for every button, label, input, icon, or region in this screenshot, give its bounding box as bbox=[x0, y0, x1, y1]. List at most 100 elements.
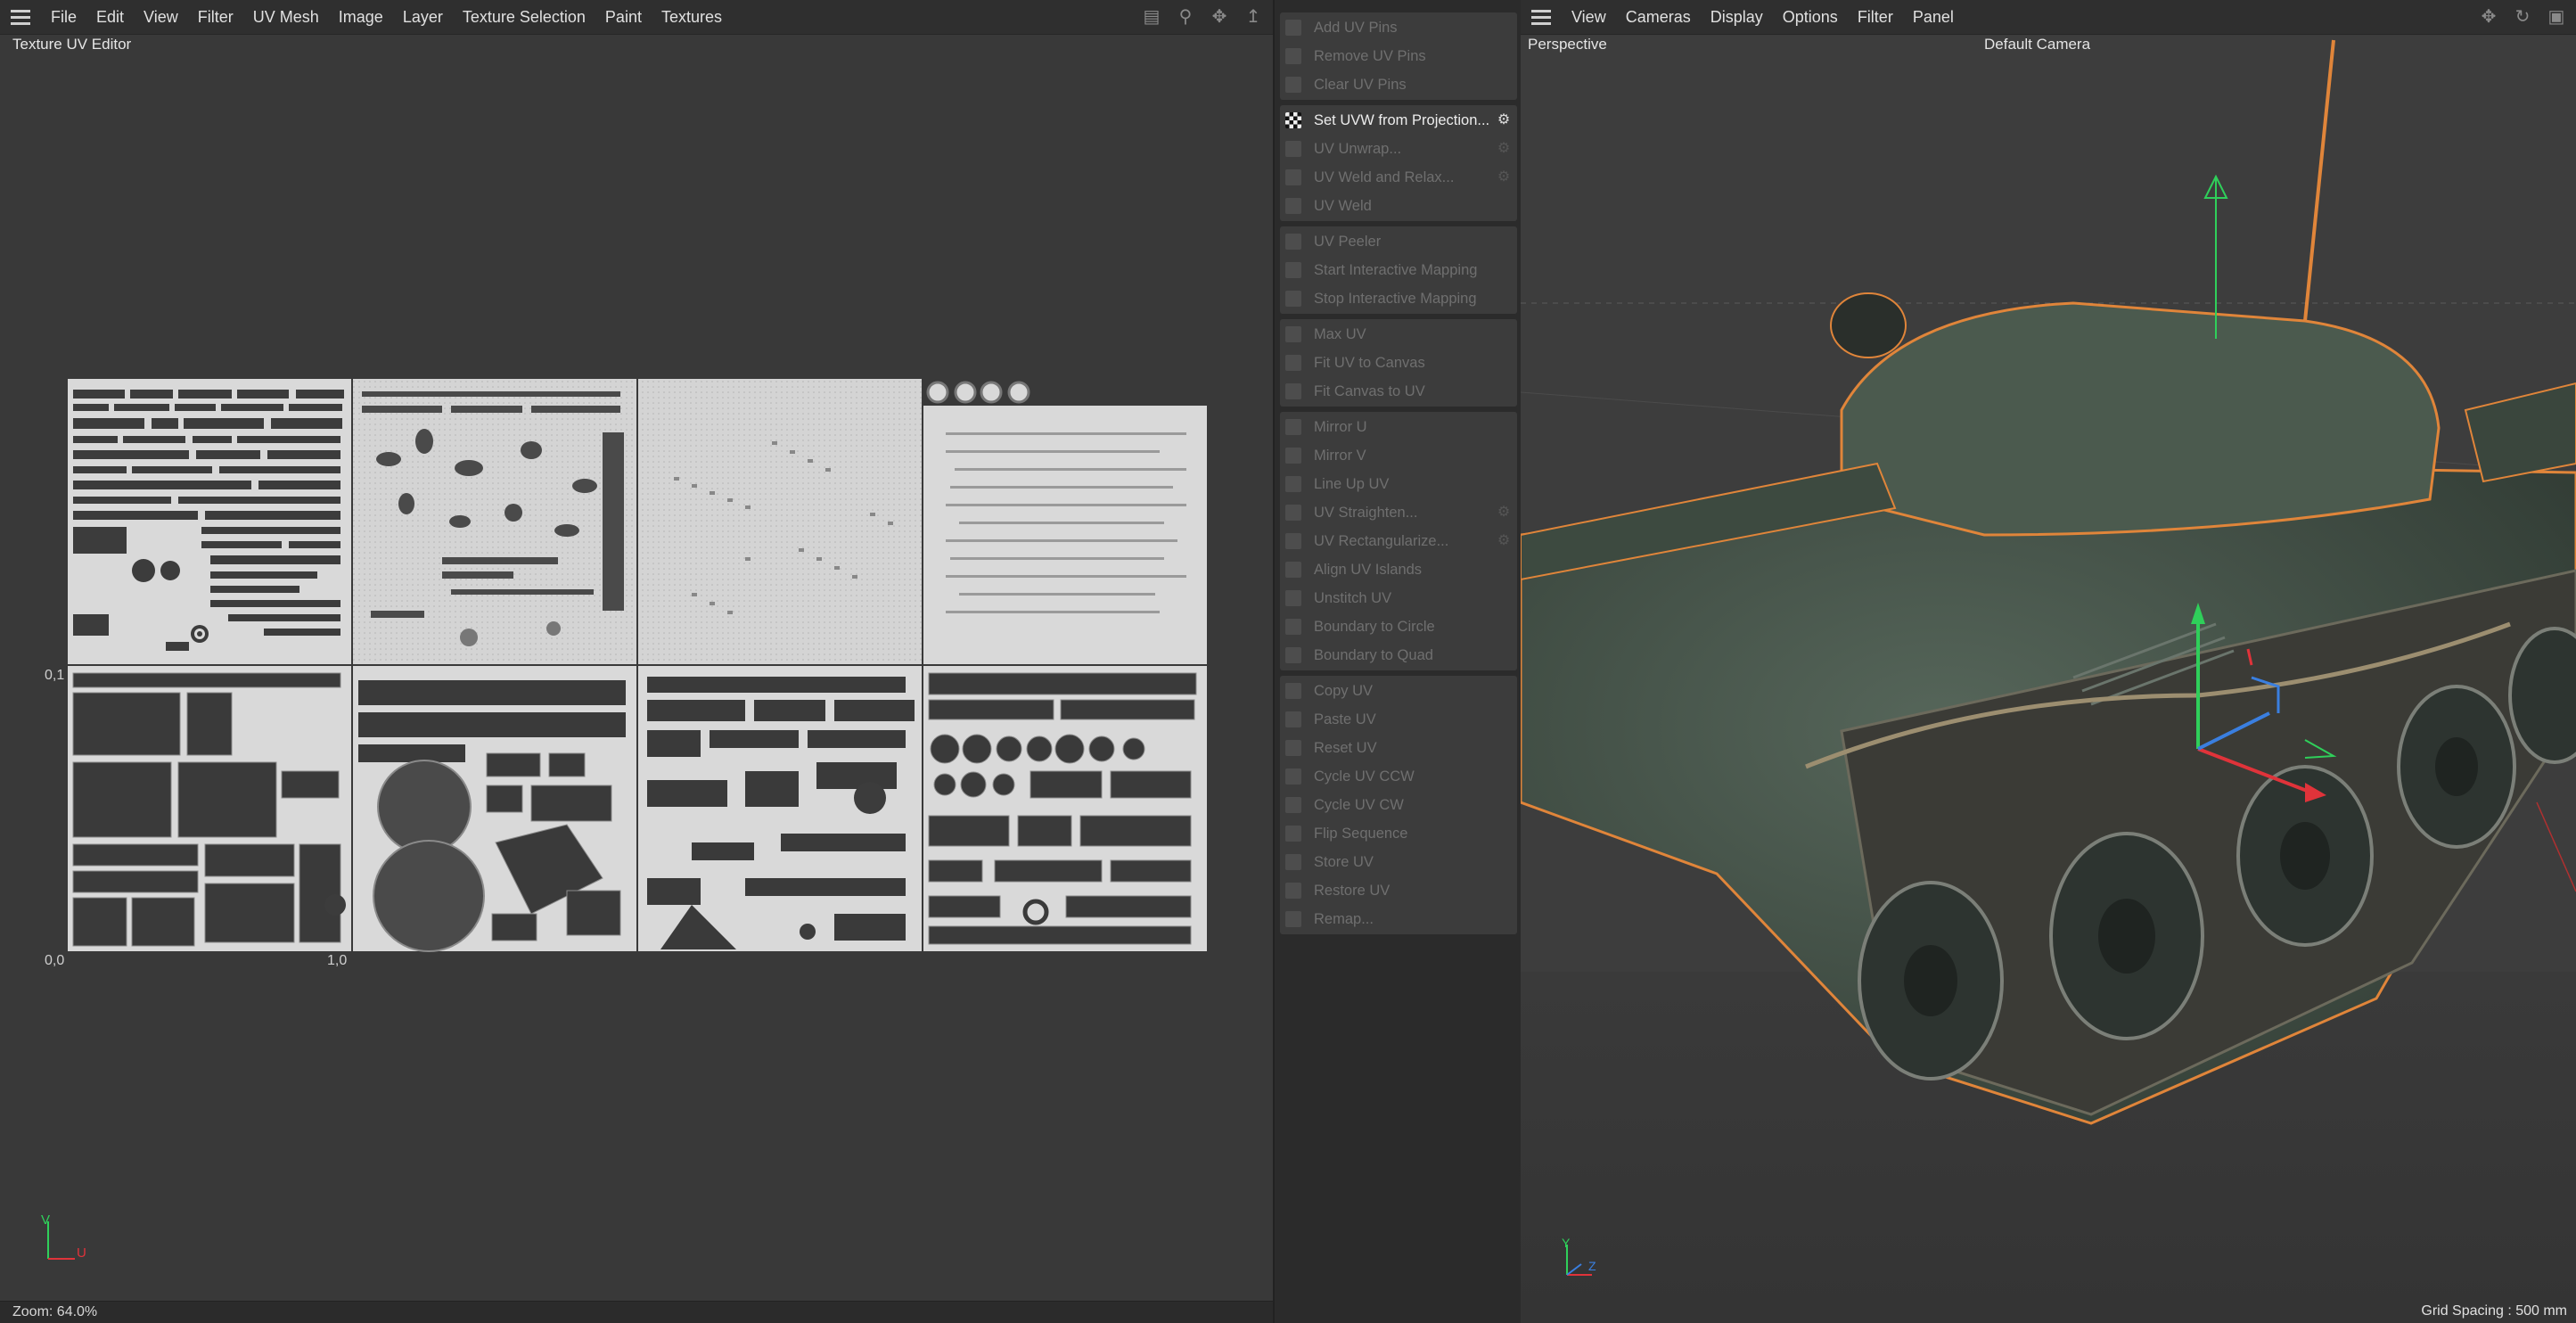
menu-edit[interactable]: Edit bbox=[86, 8, 134, 27]
command-item[interactable]: Paste UV bbox=[1280, 705, 1517, 734]
gear-icon[interactable]: ⚙ bbox=[1496, 169, 1512, 185]
command-item[interactable]: Flip Sequence bbox=[1280, 819, 1517, 848]
viewport-header: Perspective Default Camera bbox=[1521, 36, 2576, 55]
menu-filter[interactable]: Filter bbox=[1848, 8, 1903, 27]
menu-view[interactable]: View bbox=[1562, 8, 1616, 27]
viewport-scene[interactable] bbox=[1521, 0, 2576, 1323]
command-item[interactable]: Remap... bbox=[1280, 905, 1517, 933]
uv-island-tile-5 bbox=[68, 666, 351, 951]
command-item[interactable]: Boundary to Circle bbox=[1280, 612, 1517, 641]
command-item[interactable]: Fit Canvas to UV bbox=[1280, 377, 1517, 406]
command-label: Fit Canvas to UV bbox=[1314, 382, 1425, 399]
command-group: Mirror U Mirror V Line Up UV UV Straighten.… bbox=[1280, 412, 1517, 670]
command-item[interactable]: UV Rectangularize... ⚙ bbox=[1280, 527, 1517, 555]
command-icon bbox=[1285, 854, 1301, 870]
menu-options[interactable]: Options bbox=[1773, 8, 1848, 27]
hamburger-menu-icon[interactable] bbox=[7, 0, 34, 34]
command-group: Add UV Pins Remove UV Pins Clear UV Pins bbox=[1280, 12, 1517, 100]
gear-icon[interactable]: ⚙ bbox=[1496, 141, 1512, 157]
command-item[interactable]: Cycle UV CCW bbox=[1280, 762, 1517, 791]
command-item[interactable]: Remove UV Pins bbox=[1280, 42, 1517, 70]
gear-icon[interactable]: ⚙ bbox=[1496, 505, 1512, 521]
command-item[interactable]: Boundary to Quad bbox=[1280, 641, 1517, 670]
gear-icon[interactable]: ⚙ bbox=[1496, 533, 1512, 549]
command-icon bbox=[1285, 562, 1301, 578]
command-item[interactable]: Stop Interactive Mapping bbox=[1280, 284, 1517, 313]
command-item[interactable]: Align UV Islands bbox=[1280, 555, 1517, 584]
command-item[interactable]: Max UV bbox=[1280, 320, 1517, 349]
command-icon bbox=[1285, 448, 1301, 464]
command-icon bbox=[1285, 647, 1301, 663]
pane-title: Texture UV Editor bbox=[12, 36, 132, 53]
command-item[interactable]: UV Peeler bbox=[1280, 227, 1517, 256]
command-item[interactable]: UV Unwrap... ⚙ bbox=[1280, 135, 1517, 163]
chart-icon[interactable]: ▤ bbox=[1141, 6, 1162, 28]
gizmo-v-label: V bbox=[41, 1212, 51, 1228]
command-item[interactable]: Store UV bbox=[1280, 848, 1517, 876]
command-item[interactable]: Start Interactive Mapping bbox=[1280, 256, 1517, 284]
command-label: Boundary to Circle bbox=[1314, 618, 1435, 635]
command-item[interactable]: Mirror V bbox=[1280, 441, 1517, 470]
command-icon bbox=[1285, 476, 1301, 492]
move-icon[interactable]: ✥ bbox=[2478, 6, 2499, 28]
command-group: Set UVW from Projection... ⚙ UV Unwrap... ⚙… bbox=[1280, 105, 1517, 221]
command-label: Add UV Pins bbox=[1314, 19, 1398, 36]
command-item[interactable]: Clear UV Pins bbox=[1280, 70, 1517, 99]
command-item[interactable]: Set UVW from Projection... ⚙ bbox=[1280, 106, 1517, 135]
rotate-icon[interactable]: ↻ bbox=[2512, 6, 2533, 28]
menu-file[interactable]: File bbox=[41, 8, 86, 27]
gear-icon[interactable]: ⚙ bbox=[1496, 112, 1512, 128]
command-item[interactable]: UV Straighten... ⚙ bbox=[1280, 498, 1517, 527]
command-icon bbox=[1285, 291, 1301, 307]
scale-icon[interactable]: ▣ bbox=[2546, 6, 2567, 28]
command-icon bbox=[1285, 419, 1301, 435]
command-icon bbox=[1285, 20, 1301, 36]
menu-texture-selection[interactable]: Texture Selection bbox=[453, 8, 595, 27]
hamburger-menu-icon[interactable] bbox=[1528, 0, 1555, 34]
menu-layer[interactable]: Layer bbox=[393, 8, 453, 27]
menu-display[interactable]: Display bbox=[1701, 8, 1773, 27]
move-icon[interactable]: ✥ bbox=[1209, 6, 1230, 28]
command-label: Unstitch UV bbox=[1314, 589, 1392, 606]
camera-label[interactable]: Default Camera bbox=[1984, 36, 2090, 53]
command-icon bbox=[1285, 355, 1301, 371]
command-icon bbox=[1285, 768, 1301, 785]
gizmo-z-label: Z bbox=[1588, 1259, 1596, 1273]
command-item[interactable]: UV Weld bbox=[1280, 192, 1517, 220]
lock-icon[interactable]: ⚲ bbox=[1175, 6, 1196, 28]
menu-panel[interactable]: Panel bbox=[1903, 8, 1964, 27]
command-item[interactable]: Cycle UV CW bbox=[1280, 791, 1517, 819]
grid-spacing-label: Grid Spacing : 500 mm bbox=[2421, 1303, 2567, 1319]
command-label: Set UVW from Projection... bbox=[1314, 111, 1490, 128]
command-label: Fit UV to Canvas bbox=[1314, 354, 1425, 371]
zoom-status: Zoom: 64.0% bbox=[0, 1301, 1273, 1323]
uv-canvas[interactable] bbox=[68, 379, 1218, 954]
command-item[interactable]: Add UV Pins bbox=[1280, 13, 1517, 42]
command-item[interactable]: Reset UV bbox=[1280, 734, 1517, 762]
command-item[interactable]: UV Weld and Relax... ⚙ bbox=[1280, 163, 1517, 192]
command-item[interactable]: Unstitch UV bbox=[1280, 584, 1517, 612]
menu-filter[interactable]: Filter bbox=[188, 8, 243, 27]
command-item[interactable]: Fit UV to Canvas bbox=[1280, 349, 1517, 377]
uv-island-tile-3 bbox=[638, 379, 922, 664]
command-item[interactable]: Line Up UV bbox=[1280, 470, 1517, 498]
command-label: Paste UV bbox=[1314, 711, 1376, 727]
menu-textures[interactable]: Textures bbox=[652, 8, 732, 27]
command-label: Flip Sequence bbox=[1314, 825, 1408, 842]
menu-uv-mesh[interactable]: UV Mesh bbox=[243, 8, 329, 27]
uv-island-tile-6 bbox=[353, 666, 636, 952]
arrow-icon[interactable]: ↥ bbox=[1243, 6, 1264, 28]
command-label: Remove UV Pins bbox=[1314, 47, 1426, 64]
command-icon bbox=[1285, 711, 1301, 727]
command-label: UV Weld bbox=[1314, 197, 1372, 214]
menu-view[interactable]: View bbox=[134, 8, 188, 27]
command-icon bbox=[1285, 505, 1301, 521]
menu-image[interactable]: Image bbox=[329, 8, 393, 27]
command-item[interactable]: Mirror U bbox=[1280, 413, 1517, 441]
command-icon bbox=[1285, 683, 1301, 699]
command-label: UV Rectangularize... bbox=[1314, 532, 1449, 549]
command-item[interactable]: Restore UV bbox=[1280, 876, 1517, 905]
menu-paint[interactable]: Paint bbox=[595, 8, 652, 27]
command-item[interactable]: Copy UV bbox=[1280, 677, 1517, 705]
menu-cameras[interactable]: Cameras bbox=[1616, 8, 1701, 27]
